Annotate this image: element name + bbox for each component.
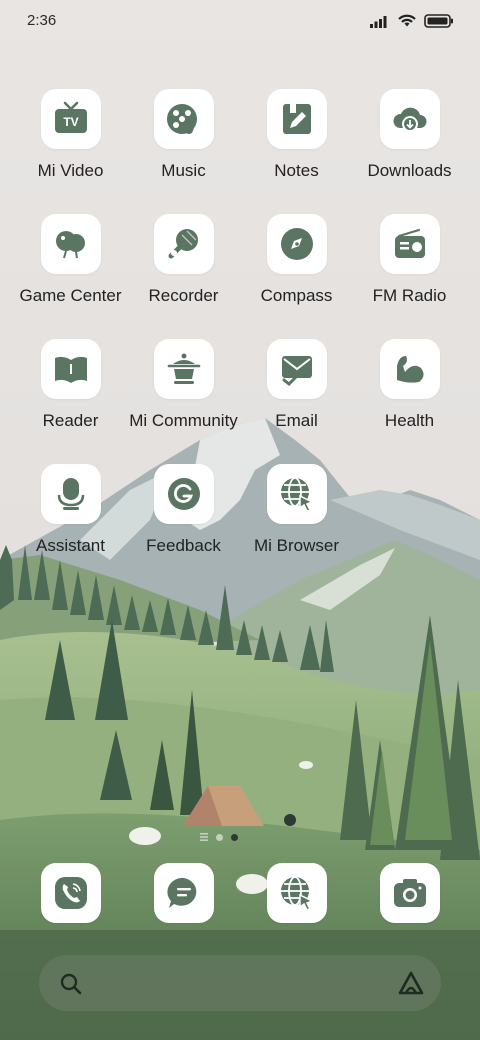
music-disc-icon bbox=[153, 89, 214, 149]
status-bar: 2:36 bbox=[0, 0, 480, 44]
app-mi-browser[interactable]: Mi Browser bbox=[240, 464, 353, 574]
app-downloads[interactable]: Downloads bbox=[353, 89, 466, 199]
app-label: Compass bbox=[260, 286, 333, 305]
radio-icon bbox=[379, 214, 440, 274]
app-label: FM Radio bbox=[372, 286, 447, 305]
app-health[interactable]: Health bbox=[353, 339, 466, 449]
wifi-icon bbox=[398, 14, 416, 27]
pot-icon bbox=[153, 339, 214, 399]
phone-icon bbox=[40, 863, 101, 923]
app-label: Game Center bbox=[19, 286, 122, 305]
search-icon bbox=[60, 973, 82, 995]
app-label: Notes bbox=[274, 161, 319, 180]
book-icon bbox=[40, 339, 101, 399]
app-assistant[interactable]: Assistant bbox=[14, 464, 127, 574]
page-indicator[interactable] bbox=[200, 832, 238, 842]
app-label: Downloads bbox=[367, 161, 452, 180]
dock-browser[interactable] bbox=[240, 863, 353, 925]
app-label: Email bbox=[275, 411, 318, 430]
tv-icon: TV bbox=[40, 89, 101, 149]
envelope-icon bbox=[266, 339, 327, 399]
camera-icon bbox=[379, 863, 440, 923]
app-label: Recorder bbox=[148, 286, 219, 305]
signal-icon bbox=[370, 15, 387, 28]
app-music[interactable]: Music bbox=[127, 89, 240, 199]
status-icons bbox=[370, 13, 454, 28]
app-fm-radio[interactable]: FM Radio bbox=[353, 214, 466, 324]
battery-icon bbox=[424, 13, 453, 28]
feedback-g-icon bbox=[153, 464, 214, 524]
app-label: Health bbox=[384, 411, 435, 430]
app-compass[interactable]: Compass bbox=[240, 214, 353, 324]
muscle-icon bbox=[379, 339, 440, 399]
app-label: Mi Browser bbox=[253, 536, 339, 555]
app-label: Music bbox=[161, 161, 206, 180]
message-icon bbox=[153, 863, 214, 923]
page-dot-active[interactable] bbox=[231, 833, 238, 841]
app-notes[interactable]: Notes bbox=[240, 89, 353, 199]
browser-icon bbox=[266, 863, 327, 923]
app-feedback[interactable]: Feedback bbox=[127, 464, 240, 574]
app-label: Reader bbox=[42, 411, 99, 430]
page-dot[interactable] bbox=[216, 833, 223, 841]
assistant-logo-icon[interactable] bbox=[397, 970, 425, 996]
app-reader[interactable]: Reader bbox=[14, 339, 127, 449]
app-recorder[interactable]: Recorder bbox=[127, 214, 240, 324]
app-label: Mi Community bbox=[129, 411, 238, 430]
app-label: Feedback bbox=[146, 536, 221, 555]
compass-icon bbox=[266, 214, 327, 274]
app-mi-community[interactable]: Mi Community bbox=[127, 339, 240, 449]
globe-cursor-icon bbox=[266, 464, 327, 524]
app-mi-video[interactable]: TV Mi Video bbox=[14, 89, 127, 199]
cloud-download-icon bbox=[379, 89, 440, 149]
home-lines-icon bbox=[200, 833, 208, 841]
dock-phone[interactable] bbox=[14, 863, 127, 925]
app-label: Mi Video bbox=[37, 161, 104, 180]
app-label: Assistant bbox=[36, 536, 105, 555]
app-game-center[interactable]: Game Center bbox=[14, 214, 127, 324]
search-bar[interactable] bbox=[39, 955, 441, 1011]
notes-pencil-icon bbox=[266, 89, 327, 149]
app-email[interactable]: Email bbox=[240, 339, 353, 449]
status-time: 2:36 bbox=[27, 12, 57, 29]
balloon-icon bbox=[40, 214, 101, 274]
microphone-icon bbox=[153, 214, 214, 274]
svg-text:TV: TV bbox=[63, 115, 78, 129]
dock-messages[interactable] bbox=[127, 863, 240, 925]
dock-camera[interactable] bbox=[353, 863, 466, 925]
assistant-mic-icon bbox=[40, 464, 101, 524]
